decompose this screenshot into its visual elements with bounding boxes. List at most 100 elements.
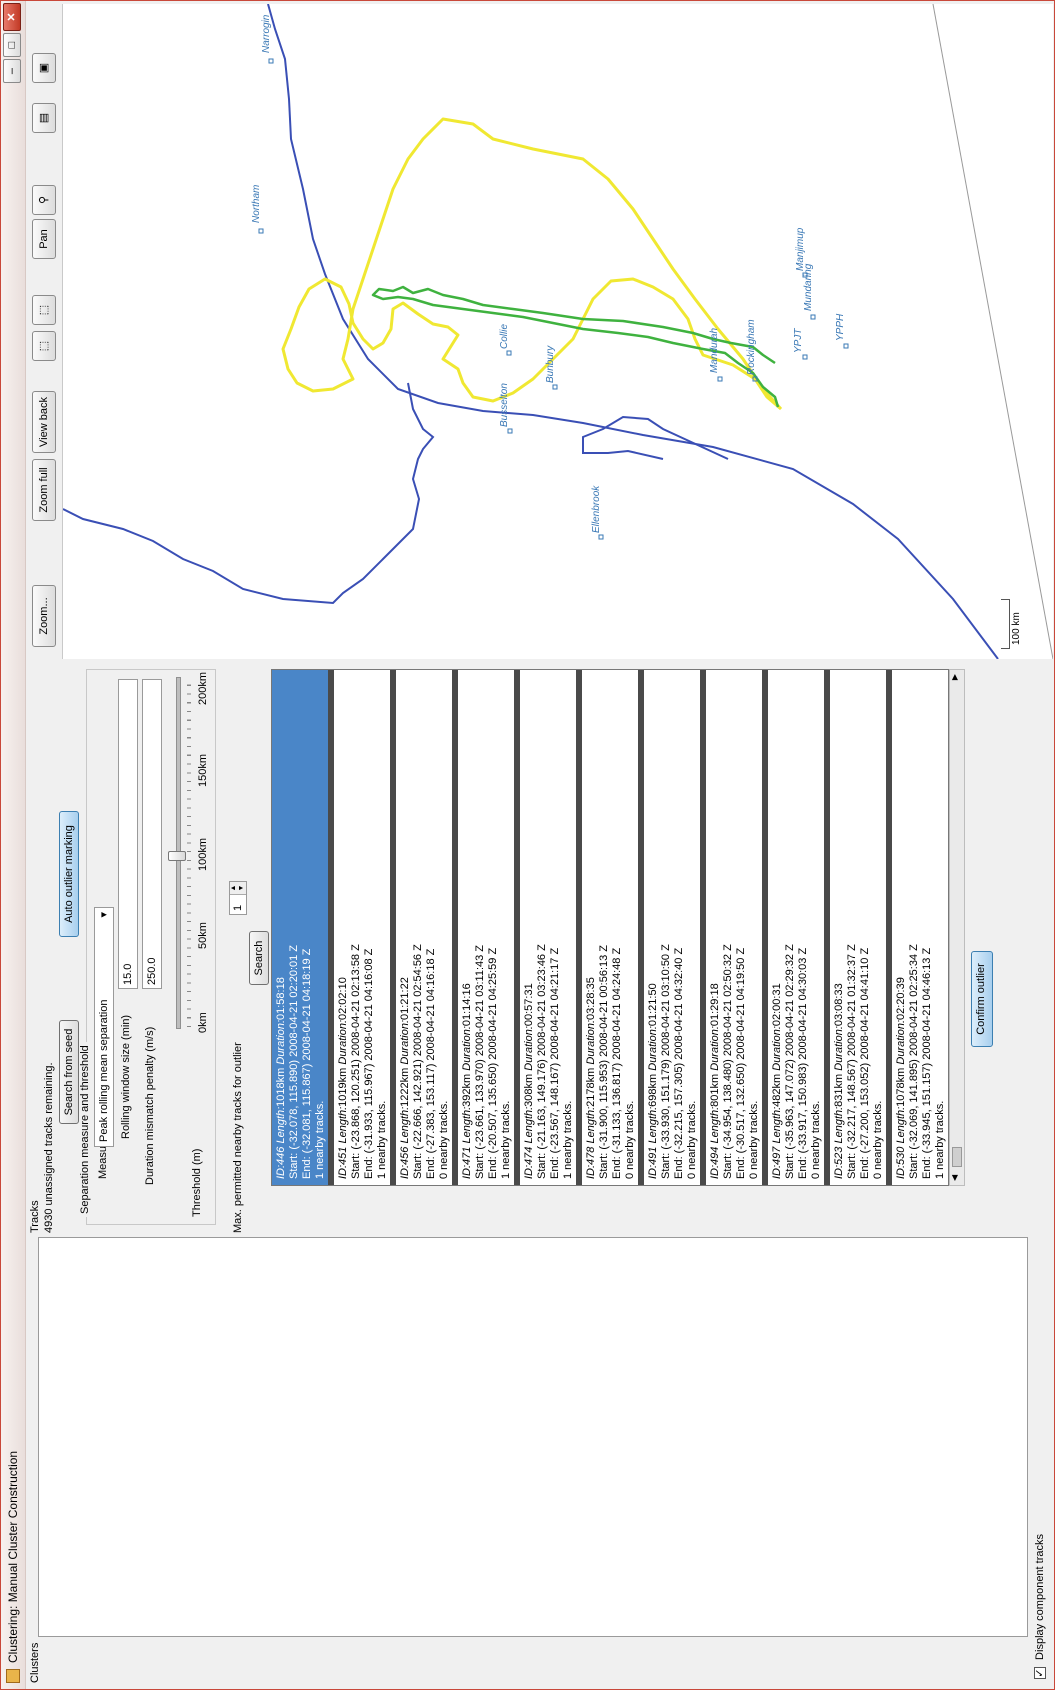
threshold-slider-handle[interactable]	[168, 851, 186, 861]
track-length: 1078km	[895, 1064, 907, 1107]
track-nearby: 1 nearby tracks.	[376, 1100, 388, 1179]
track-length-label: Length:	[895, 1106, 907, 1144]
track-nearby: 0 nearby tracks.	[438, 1100, 450, 1179]
track-id: ID:474	[523, 1143, 535, 1179]
maximize-button[interactable]: □	[3, 33, 21, 57]
track-list-item[interactable]: ID:446 Length:1018km Duration:01:58:18 St…	[272, 670, 328, 1185]
tracks-list[interactable]: ID:446 Length:1018km Duration:01:58:18 St…	[271, 669, 949, 1186]
map-canvas[interactable]: Northam Narrogin Mundaring YPPH YPJT Rockingh…	[63, 4, 1053, 659]
minimize-button[interactable]: –	[3, 59, 21, 83]
threshold-tick-0: 0km	[197, 1012, 209, 1033]
magnifier-icon[interactable]: ⚲	[32, 185, 56, 215]
map-svg[interactable]	[63, 4, 1053, 659]
track-list-item[interactable]: ID:523 Length:831km Duration:03:08:33 Sta…	[830, 670, 886, 1185]
view-back-button[interactable]: View back	[32, 391, 56, 453]
track-start: Start: (-33.930, 151.179) 2008-04-21 03:…	[660, 944, 672, 1179]
display-component-tracks-checkbox[interactable]: ✓	[1034, 1667, 1047, 1679]
scrollbar-thumb[interactable]	[952, 1147, 962, 1167]
track-list-item[interactable]: ID:456 Length:1222km Duration:01:21:22 St…	[396, 670, 452, 1185]
threshold-label: Threshold (m)	[191, 1148, 203, 1217]
track-nearby: 1 nearby tracks.	[500, 1100, 512, 1179]
display-component-tracks-option[interactable]: ✓ Display component tracks	[1034, 1533, 1047, 1679]
auto-outlier-marking-button[interactable]: Auto outlier marking	[59, 811, 79, 937]
zoom-full-button[interactable]: Zoom full	[32, 459, 56, 521]
track-end: End: (-30.517, 132.650) 2008-04-21 04:19…	[735, 947, 747, 1179]
track-duration: 01:14:16	[461, 983, 473, 1027]
track-start: Start: (-23.661, 133.970) 2008-04-21 03:…	[474, 944, 486, 1179]
max-nearby-spinner[interactable]: 1 ▲ ▼	[229, 881, 247, 915]
measure-select[interactable]: Peak rolling mean separation ▾	[94, 907, 114, 1147]
track-duration: 00:57:31	[523, 983, 535, 1027]
clusters-list[interactable]	[38, 1237, 1028, 1637]
zoom-in-box-icon[interactable]: ⬚	[32, 331, 56, 361]
town-label: YPJT	[793, 328, 804, 353]
threshold-tick-100: 100km	[197, 837, 209, 871]
track-start: Start: (-31.900, 115.953) 2008-04-21 00:…	[598, 944, 610, 1179]
copy-icon[interactable]: ▤	[32, 103, 56, 133]
track-end: End: (-20.507, 135.650) 2008-04-21 04:25…	[487, 947, 499, 1179]
town-label: Busselton	[499, 383, 510, 427]
zoom-button[interactable]: Zoom...	[32, 585, 56, 647]
scale-bar	[1001, 599, 1010, 649]
track-duration: 03:08:33	[833, 983, 845, 1027]
track-length-label: Length:	[461, 1106, 473, 1144]
confirm-outlier-button[interactable]: Confirm outlier	[971, 951, 993, 1047]
track-list-item[interactable]: ID:451 Length:1019km Duration:02:02:10 St…	[334, 670, 390, 1185]
printer-icon[interactable]: ▣	[32, 53, 56, 83]
track-id: ID:497	[771, 1143, 783, 1179]
scroll-right-icon[interactable]: ▶	[950, 674, 959, 680]
track-start: Start: (-32.078, 115.890) 2008-04-21 02:…	[288, 944, 300, 1179]
track-length-label: Length:	[647, 1106, 659, 1144]
rolling-window-label: Rolling window size (min)	[120, 1014, 132, 1139]
track-end: End: (-27.200, 153.052) 2008-04-21 04:41…	[859, 947, 871, 1179]
track-end: End: (-32.081, 115.867) 2008-04-21 04:18…	[301, 948, 313, 1179]
search-button[interactable]: Search	[249, 931, 269, 985]
search-from-seed-button[interactable]: Search from seed	[59, 1020, 79, 1124]
spinner-arrows-icon[interactable]: ▲ ▼	[230, 882, 246, 895]
track-summary: ID:494 Length:801km Duration:01:29:18	[709, 676, 722, 1179]
track-duration-label: Duration:	[585, 1019, 597, 1065]
track-id: ID:494	[709, 1143, 721, 1179]
rolling-window-field[interactable]: 15.0	[118, 679, 138, 989]
tracks-list-scrollbar[interactable]: ◀ ▶	[949, 669, 965, 1186]
track-duration-label: Duration:	[399, 1019, 411, 1065]
town-label: Narrogin	[261, 14, 272, 53]
track-end: End: (-23.567, 148.167) 2008-04-21 04:21…	[549, 947, 561, 1179]
track-summary: ID:446 Length:1018km Duration:01:58:18	[275, 676, 288, 1179]
separation-group-title: Separation measure and threshold	[79, 1042, 91, 1217]
track-summary: ID:530 Length:1078km Duration:02:20:39	[895, 676, 908, 1179]
threshold-tick-150: 150km	[197, 753, 209, 787]
track-summary: ID:497 Length:482km Duration:02:00:31	[771, 676, 784, 1179]
track-list-item[interactable]: ID:471 Length:392km Duration:01:14:16 Sta…	[458, 670, 514, 1185]
chevron-down-icon: ▾	[98, 912, 110, 918]
track-list-item[interactable]: ID:491 Length:698km Duration:01:21:50 Sta…	[644, 670, 700, 1185]
track-duration-label: Duration:	[461, 1026, 473, 1071]
track-id: ID:530	[895, 1143, 907, 1179]
track-start: Start: (-34.954, 138.480) 2008-04-21 02:…	[722, 944, 734, 1179]
display-component-tracks-label: Display component tracks	[1034, 1533, 1046, 1660]
track-start: Start: (-23.868, 120.251) 2008-04-21 02:…	[350, 944, 362, 1179]
track-list-item[interactable]: ID:530 Length:1078km Duration:02:20:39 St…	[892, 670, 948, 1185]
track-list-item[interactable]: ID:478 Length:2178km Duration:03:28:35 St…	[582, 670, 638, 1185]
track-list-item[interactable]: ID:474 Length:308km Duration:00:57:31 Sta…	[520, 670, 576, 1185]
track-duration: 02:20:39	[895, 977, 907, 1020]
app-window: Clustering: Manual Cluster Construction …	[0, 0, 1055, 1690]
town-label: YPPH	[835, 313, 846, 341]
pan-button[interactable]: Pan	[32, 219, 56, 259]
track-list-item[interactable]: ID:497 Length:482km Duration:02:00:31 Sta…	[768, 670, 824, 1185]
track-length: 308km	[523, 1070, 535, 1107]
track-duration: 02:00:31	[771, 983, 783, 1027]
town-label: Ellenbrook	[591, 485, 602, 533]
scroll-left-icon[interactable]: ◀	[950, 1175, 959, 1181]
measure-select-value: Peak rolling mean separation	[98, 999, 110, 1142]
close-button[interactable]: ✕	[3, 3, 21, 31]
track-id: ID:523	[833, 1143, 845, 1179]
zoom-out-box-icon[interactable]: ⬚	[32, 295, 56, 325]
track-duration-label: Duration:	[833, 1026, 845, 1071]
tracks-label: Tracks	[29, 1200, 41, 1233]
track-length: 1222km	[399, 1064, 411, 1107]
track-list-item[interactable]: ID:494 Length:801km Duration:01:29:18 Sta…	[706, 670, 762, 1185]
duration-penalty-field[interactable]: 250.0	[142, 679, 162, 989]
track-length: 831km	[833, 1070, 845, 1107]
track-end: End: (-31.133, 136.817) 2008-04-21 04:24…	[611, 947, 623, 1179]
